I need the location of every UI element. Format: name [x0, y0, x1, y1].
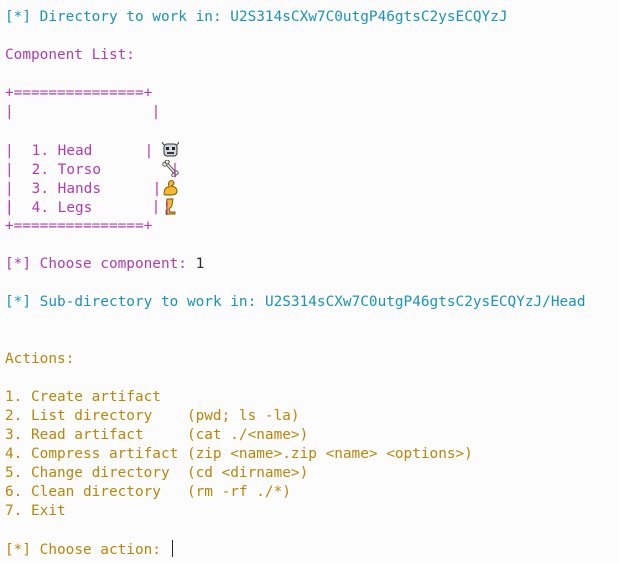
- box-side-left: |: [5, 104, 14, 120]
- component-item-head: | 1. Head |: [5, 122, 180, 159]
- subdirectory-value: U2S314sCXw7C0utgP46gtsC2ysECQYzJ/Head: [264, 294, 586, 310]
- prompt-prefix: [*]: [5, 542, 31, 558]
- directory-value: U2S314sCXw7C0utgP46gtsC2ysECQYzJ: [230, 9, 508, 25]
- box-side-right: |: [151, 104, 161, 120]
- box-side-right: |: [162, 200, 172, 216]
- choose-action-label: Choose action:: [31, 542, 170, 558]
- subdirectory-line: [*] Sub-directory to work in: U2S314sCXw…: [5, 293, 586, 312]
- box-side-right: |: [151, 199, 161, 215]
- prompt-prefix: [*]: [5, 256, 31, 272]
- component-item-torso: | 2. Torso |: [5, 141, 179, 178]
- action-item: 4. Compress artifact (zip <name>.zip <na…: [5, 446, 473, 462]
- box-empty-row-top: | |: [5, 103, 160, 122]
- prompt-prefix: [*]: [5, 294, 31, 310]
- robot-face-icon: [110, 122, 180, 157]
- choose-action-line[interactable]: [*] Choose action:: [5, 540, 173, 559]
- component-item-legs: | 4. Legs |: [5, 179, 176, 216]
- text-cursor: [171, 540, 173, 557]
- directory-line: [*] Directory to work in: U2S314sCXw7C0u…: [5, 8, 508, 27]
- box-side-left: |: [5, 199, 14, 215]
- component-list-title: Component List:: [5, 47, 135, 63]
- action-item: 6. Clean directory (rm -rf ./*): [5, 484, 291, 500]
- action-item: 1. Create artifact: [5, 389, 161, 405]
- action-item: 7. Exit: [5, 503, 66, 519]
- choose-component-label: Choose component:: [31, 256, 196, 272]
- leg-icon: [110, 179, 176, 215]
- box-bottom-border: +===============+: [5, 218, 153, 234]
- bone-icon: [110, 141, 179, 178]
- choose-component-line: [*] Choose component: 1: [5, 255, 204, 274]
- action-item: 2. List directory (pwd; ls -la): [5, 408, 300, 424]
- action-item: 5. Change directory (cd <dirname>): [5, 465, 309, 481]
- action-item: 3. Read artifact (cat ./<name>): [5, 427, 309, 443]
- box-side-right: |: [170, 162, 180, 178]
- component-item-hands: | 3. Hands |: [5, 160, 178, 197]
- actions-title: Actions:: [5, 351, 75, 367]
- box-top-border: +===============+: [5, 85, 153, 101]
- directory-label: Directory to work in:: [31, 9, 231, 25]
- box-empty-row-bottom: | |: [5, 198, 160, 217]
- choose-component-value: 1: [195, 256, 205, 272]
- terminal-window[interactable]: [*] Directory to work in: U2S314sCXw7C0u…: [0, 0, 619, 564]
- flexed-biceps-icon: [110, 160, 178, 196]
- subdirectory-label: Sub-directory to work in:: [31, 294, 265, 310]
- prompt-prefix: [*]: [5, 9, 31, 25]
